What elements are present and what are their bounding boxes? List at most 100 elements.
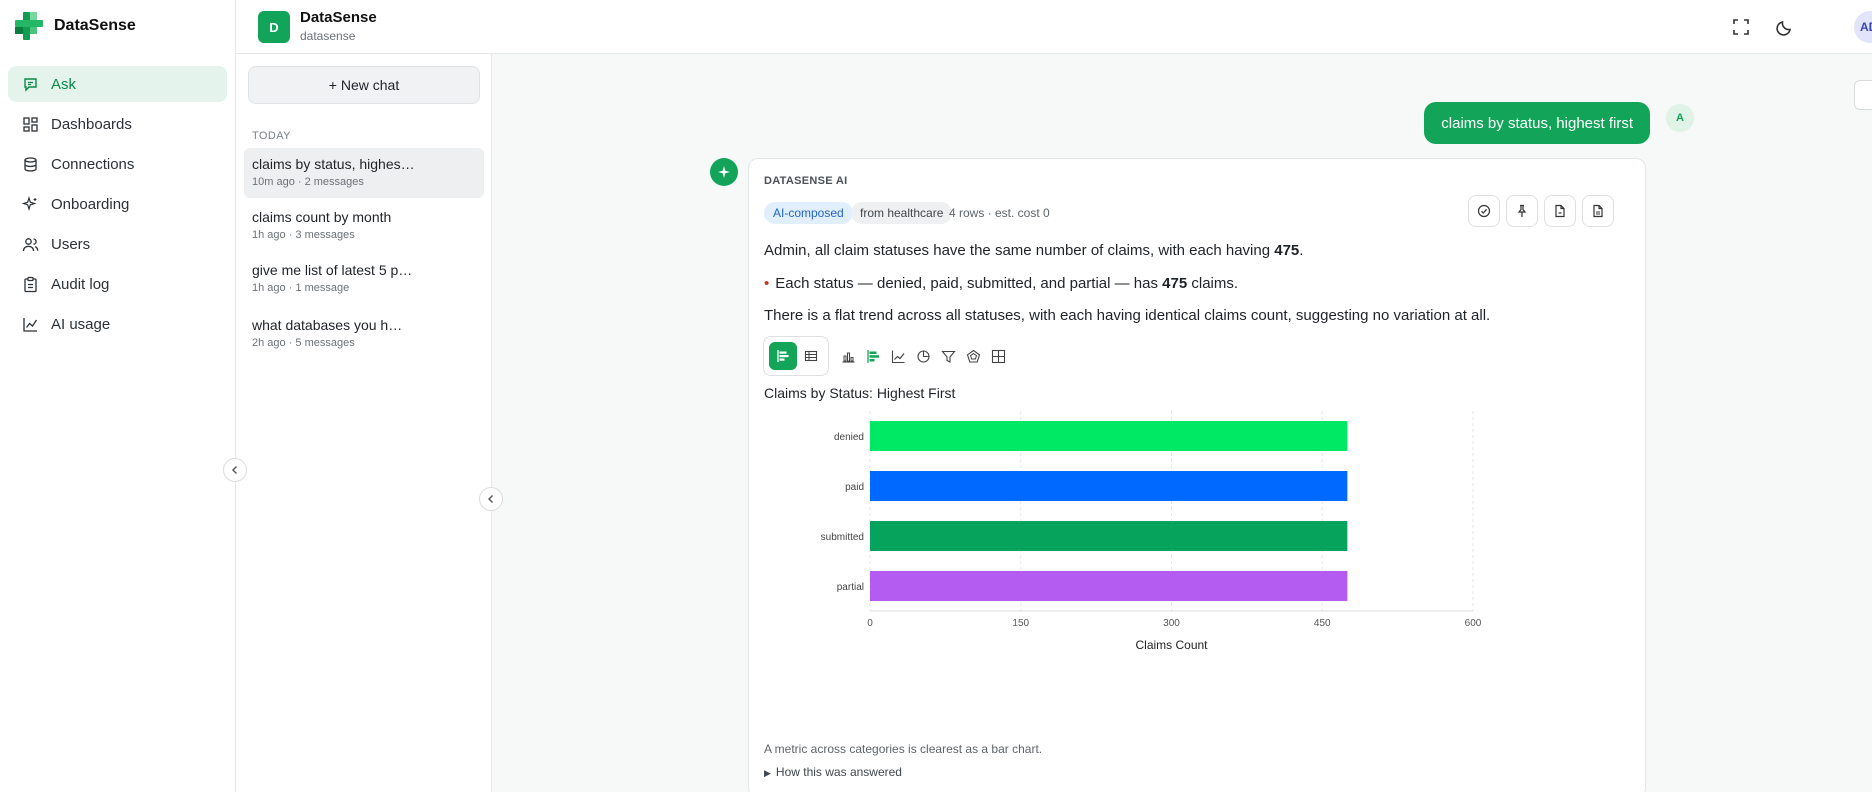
sidebar-item-dashboards[interactable]: Dashboards — [8, 106, 227, 142]
bar — [870, 421, 1348, 451]
chat-list-item[interactable]: give me list of latest 5 p… 1h ago · 1 m… — [244, 254, 484, 304]
sidebar-item-label: Ask — [51, 75, 77, 93]
moon-icon — [1776, 21, 1791, 36]
chat-title: claims by status, highes… — [252, 156, 415, 172]
conversation-area: claims by status, highest first A DATASE… — [492, 54, 1872, 792]
assistant-message-card: DATASENSE AI AI-composed from healthcare… — [748, 158, 1646, 792]
answer-bullet: • Each status — denied, paid, submitted, … — [764, 275, 1239, 292]
export-pdf-button[interactable] — [1582, 195, 1614, 227]
check-circle-icon — [1477, 204, 1491, 218]
user-avatar[interactable]: AD — [1854, 11, 1872, 43]
export-csv-button[interactable] — [1544, 195, 1576, 227]
column-chart-icon — [842, 352, 854, 363]
table-view-button[interactable] — [797, 342, 825, 370]
file-text-icon — [1593, 204, 1603, 218]
pin-icon — [1517, 204, 1527, 217]
x-tick-label: 450 — [1314, 618, 1331, 629]
how-answered-toggle[interactable]: ▶ How this was answered — [764, 765, 902, 779]
chart-type-grid-button[interactable] — [987, 345, 1009, 367]
bar-chart: denied paid submitted partial 0 150 300 450 600 C… — [821, 411, 1482, 652]
collapse-chat-list-button[interactable] — [479, 487, 503, 511]
chart-type-line-button[interactable] — [887, 345, 909, 367]
chart-type-pie-button[interactable] — [912, 345, 934, 367]
chevron-left-icon — [488, 495, 493, 503]
triangle-right-icon: ▶ — [764, 768, 771, 778]
sidebar-item-audit-log[interactable]: Audit log — [8, 266, 227, 302]
chat-meta: 1h ago · 1 message — [252, 282, 350, 294]
chart-rationale: A metric across categories is clearest a… — [764, 742, 1043, 756]
chat-title: claims count by month — [252, 209, 392, 225]
file-icon — [1555, 204, 1565, 218]
chat-list-item[interactable]: what databases you h… 2h ago · 5 message… — [244, 309, 484, 359]
sidebar-item-ai-usage[interactable]: AI usage — [8, 306, 227, 342]
user-message-bubble: claims by status, highest first — [1424, 102, 1650, 144]
bar — [870, 471, 1348, 501]
workspace-slug: datasense — [300, 29, 356, 43]
funnel-icon — [940, 350, 956, 363]
chart-type-funnel-button[interactable] — [937, 345, 959, 367]
bar-chart-horizontal-icon — [866, 349, 879, 363]
chart-type-column-button[interactable] — [837, 345, 859, 367]
assistant-avatar — [710, 158, 738, 186]
x-tick-label: 300 — [1163, 618, 1180, 629]
workspace-badge[interactable]: D — [258, 11, 290, 43]
view-toggle — [763, 336, 829, 376]
answer-summary: Admin, all claim statuses have the same … — [764, 242, 1304, 259]
database-icon — [24, 156, 37, 172]
bar-chart-horizontal-icon — [777, 350, 789, 362]
sidebar-item-users[interactable]: Users — [8, 226, 227, 262]
x-tick-label: 150 — [1012, 618, 1029, 629]
user-message-avatar: A — [1666, 104, 1694, 132]
theme-toggle-button[interactable] — [1774, 16, 1796, 38]
sidebar-item-label: Connections — [51, 155, 135, 173]
chat-meta: 1h ago · 3 messages — [252, 229, 355, 241]
brand[interactable]: DataSense — [0, 0, 235, 52]
collapse-sidebar-button[interactable] — [223, 458, 247, 482]
dashboard-icon — [23, 116, 38, 132]
bullet-icon: • — [764, 275, 770, 292]
x-axis-label: Claims Count — [1135, 638, 1208, 652]
fullscreen-button[interactable] — [1730, 16, 1752, 38]
fullscreen-icon — [1733, 19, 1749, 35]
sidebar-nav: DataSense Ask Dashboards Connections Onboar… — [0, 0, 236, 792]
answer-trend: There is a flat trend across all statuse… — [764, 307, 1491, 324]
chat-list-panel: + New chat TODAY claims by status, highe… — [236, 54, 492, 792]
side-panel-toggle-button[interactable] — [1854, 80, 1872, 110]
sparkle-icon — [22, 195, 37, 211]
verify-button[interactable] — [1468, 195, 1500, 227]
line-chart-icon — [23, 317, 38, 332]
chart-view-button[interactable] — [769, 342, 797, 370]
x-tick-label: 0 — [867, 618, 873, 629]
source-badge: from healthcare — [851, 202, 953, 224]
chart-type-radar-button[interactable] — [962, 345, 984, 367]
users-icon — [22, 237, 39, 251]
sidebar-item-label: Users — [51, 235, 91, 253]
sidebar-item-connections[interactable]: Connections — [8, 146, 227, 182]
y-tick-label: paid — [845, 482, 864, 493]
chat-list-item[interactable]: claims count by month 1h ago · 3 message… — [244, 201, 484, 251]
top-bar: D DataSense datasense AD — [236, 0, 1872, 54]
sidebar-item-label: Onboarding — [51, 195, 130, 213]
chat-list-item[interactable]: claims by status, highes… 10m ago · 2 me… — [244, 148, 484, 198]
brand-name: DataSense — [54, 17, 136, 34]
assistant-label: DATASENSE AI — [764, 175, 848, 187]
chat-icon — [24, 77, 37, 92]
x-tick-label: 600 — [1465, 618, 1482, 629]
chart-type-bar-button[interactable] — [862, 345, 884, 367]
chat-meta: 10m ago · 2 messages — [252, 176, 364, 188]
radar-chart-icon — [966, 349, 980, 363]
ai-composed-badge: AI-composed — [764, 202, 853, 224]
sidebar-item-ask[interactable]: Ask — [8, 66, 227, 102]
new-chat-button[interactable]: + New chat — [248, 66, 480, 104]
sidebar-item-label: Dashboards — [51, 115, 132, 133]
chat-meta: 2h ago · 5 messages — [252, 337, 355, 349]
workspace-name: DataSense — [300, 9, 377, 26]
sidebar-item-label: AI usage — [51, 315, 111, 333]
sidebar-item-onboarding[interactable]: Onboarding — [8, 186, 227, 222]
nav-list: Ask Dashboards Connections Onboarding Users A… — [0, 52, 235, 342]
y-tick-label: denied — [834, 432, 864, 443]
table-icon — [804, 350, 818, 362]
pin-button[interactable] — [1506, 195, 1538, 227]
pie-chart-icon — [916, 349, 930, 363]
clipboard-icon — [24, 276, 37, 292]
